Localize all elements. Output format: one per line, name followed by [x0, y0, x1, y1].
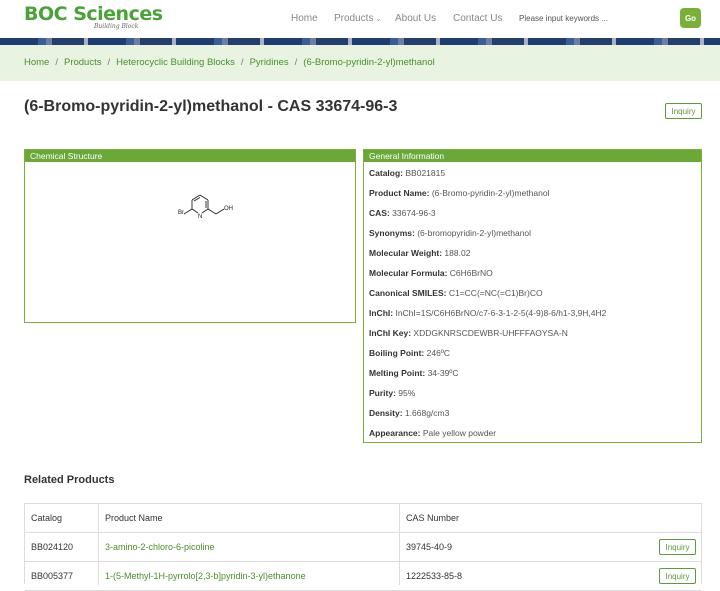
site-logo[interactable]: BOC Sciences Building Block — [24, 3, 163, 33]
table-row: BB005377 1-(5-Methyl-1H-pyrrolo[2,3-b]py… — [25, 562, 701, 591]
info-value: (6-bromopyridin-2-yl)methanol — [417, 228, 532, 238]
atom-label-br: Br — [178, 210, 184, 216]
info-value: 1.668g/cm3 — [404, 408, 450, 418]
column-header-cas-number: CAS Number — [406, 513, 460, 523]
info-label: CAS: — [369, 208, 390, 218]
breadcrumb-pyridines[interactable]: Pyridines — [250, 57, 289, 68]
atom-label-oh: OH — [224, 206, 233, 212]
info-value: 188.02 — [444, 248, 471, 258]
general-information-header: General Information — [364, 150, 701, 162]
cell-catalog: BB024120 — [31, 542, 74, 552]
info-value: InChI=1S/C6H6BrNO/c7-6-3-1-2-5(4-9)8-6/h… — [395, 308, 607, 318]
atom-label-n: N — [198, 214, 203, 220]
info-label: Boiling Point: — [369, 348, 425, 358]
info-row-boiling-point: Boiling Point: 246ºC — [369, 348, 450, 358]
info-value: 246ºC — [426, 348, 451, 358]
info-row-density: Density: 1.668g/cm3 — [369, 408, 449, 418]
info-value: 33674-96-3 — [392, 208, 436, 218]
general-information-panel: General Information Catalog: BB021815 Pr… — [363, 149, 702, 443]
breadcrumb-current[interactable]: (6-Bromo-pyridin-2-yl)methanol — [303, 57, 434, 68]
info-row-appearance: Appearance: Pale yellow powder — [369, 428, 496, 438]
info-label: Product Name: — [369, 188, 430, 198]
page-title: (6-Bromo-pyridin-2-yl)methanol - CAS 336… — [24, 98, 398, 115]
info-label: Appearance: — [369, 428, 421, 438]
info-value: 34-39ºC — [427, 368, 459, 378]
header-banner — [0, 38, 720, 45]
info-row-cas: CAS: 33674-96-3 — [369, 208, 436, 218]
info-row-synonyms: Synonyms: (6-bromopyridin-2-yl)methanol — [369, 228, 531, 238]
info-row-catalog: Catalog: BB021815 — [369, 168, 445, 178]
column-header-catalog: Catalog — [31, 513, 63, 523]
breadcrumb-separator: / — [294, 57, 298, 68]
chevron-down-icon: ⌄ — [375, 16, 382, 23]
info-value: Pale yellow powder — [422, 428, 497, 438]
product-link[interactable]: 3-amino-2-chloro-6-picoline — [105, 533, 215, 561]
breadcrumb-separator: / — [107, 57, 111, 68]
info-value: XDDGKNRSCDEWBR-UHFFFAOYSA-N — [413, 328, 568, 338]
breadcrumb-products[interactable]: Products — [64, 57, 102, 68]
product-link[interactable]: 1-(5-Methyl-1H-pyrrolo[2,3-b]pyridin-3-y… — [105, 562, 306, 590]
info-value: C6H6BrNO — [449, 268, 493, 278]
nav-products-label: Products — [334, 13, 374, 24]
info-label: Melting Point: — [369, 368, 426, 378]
info-label: Molecular Formula: — [369, 268, 448, 278]
breadcrumb-home[interactable]: Home — [24, 57, 49, 68]
nav-about-us[interactable]: About Us — [395, 13, 436, 24]
search-input[interactable] — [511, 9, 674, 27]
info-label: InChI: — [369, 308, 394, 318]
info-row-purity: Purity: 95% — [369, 388, 415, 398]
row-inquiry-button[interactable]: Inquiry — [659, 539, 696, 555]
inquiry-button[interactable]: Inquiry — [665, 103, 702, 119]
row-inquiry-button[interactable]: Inquiry — [659, 568, 696, 584]
breadcrumb-separator: / — [240, 57, 244, 68]
logo-text: BOC Sciences — [24, 3, 163, 25]
info-row-inchi-key: InChI Key: XDDGKNRSCDEWBR-UHFFFAOYSA-N — [369, 328, 568, 338]
site-header: BOC Sciences Building Block Home Product… — [0, 0, 720, 38]
info-label: Density: — [369, 408, 403, 418]
info-label: Molecular Weight: — [369, 248, 443, 258]
cell-cas: 1222533-85-8 — [406, 571, 463, 581]
nav-contact-us[interactable]: Contact Us — [453, 13, 502, 24]
chemical-structure-panel: Chemical Structure Br N OH — [24, 149, 356, 323]
table-header-row: Catalog Product Name CAS Number — [25, 504, 701, 533]
info-label: Purity: — [369, 388, 396, 398]
info-label: Synonyms: — [369, 228, 415, 238]
info-value: 95% — [398, 388, 416, 398]
cell-catalog: BB005377 — [31, 571, 74, 581]
breadcrumb: Home / Products / Heterocyclic Building Bloc… — [24, 57, 435, 68]
info-value: BB021815 — [405, 168, 446, 178]
breadcrumb-heterocyclic[interactable]: Heterocyclic Building Blocks — [116, 57, 235, 68]
table-row: BB024120 3-amino-2-chloro-6-picoline 397… — [25, 533, 701, 562]
info-label: InChI Key: — [369, 328, 412, 338]
breadcrumb-separator: / — [55, 57, 58, 68]
info-value: (6-Bromo-pyridin-2-yl)methanol — [431, 188, 550, 198]
info-row-inchi: InChI: InChI=1S/C6H6BrNO/c7-6-3-1-2-5(4-… — [369, 308, 606, 318]
info-row-melting-point: Melting Point: 34-39ºC — [369, 368, 459, 378]
related-products-table: Catalog Product Name CAS Number BB024120… — [24, 503, 702, 591]
nav-products[interactable]: Products ⌄ — [334, 13, 381, 24]
info-row-canonical-smiles: Canonical SMILES: C1=CC(=NC(=C1)Br)CO — [369, 288, 543, 298]
info-row-molecular-weight: Molecular Weight: 188.02 — [369, 248, 470, 258]
logo-tagline: Building Block — [94, 23, 139, 30]
molecule-structure-image — [183, 194, 225, 215]
column-header-product-name: Product Name — [105, 513, 163, 523]
related-products-title: Related Products — [24, 474, 115, 486]
chemical-structure-header: Chemical Structure — [25, 150, 355, 162]
nav-home[interactable]: Home — [291, 13, 318, 24]
info-row-molecular-formula: Molecular Formula: C6H6BrNO — [369, 268, 493, 278]
info-row-product-name: Product Name: (6-Bromo-pyridin-2-yl)meth… — [369, 188, 549, 198]
info-label: Catalog: — [369, 168, 403, 178]
info-value: C1=CC(=NC(=C1)Br)CO — [448, 288, 543, 298]
cell-cas: 39745-40-9 — [406, 542, 453, 552]
search-go-button[interactable]: Go — [680, 8, 701, 28]
info-label: Canonical SMILES: — [369, 288, 447, 298]
